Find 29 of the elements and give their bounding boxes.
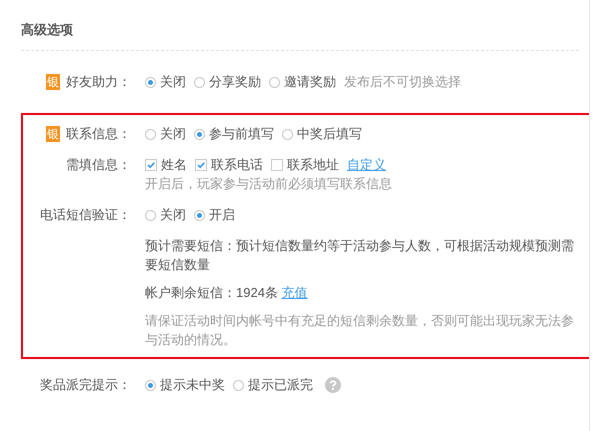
radio-option[interactable]: 关闭 (145, 206, 186, 224)
radio-option[interactable]: 提示已派完 (233, 376, 313, 394)
field-label: 奖品派完提示： (40, 376, 131, 394)
tag-badge: 银 (46, 74, 60, 90)
radio-option[interactable]: 关闭 (145, 125, 186, 143)
radio-option[interactable]: 关闭 (145, 73, 186, 91)
hint-text: 开启后，玩家参与活动前必须填写联系信息 (145, 175, 393, 193)
radio-option[interactable]: 参与前填写 (194, 125, 274, 143)
field-label: 好友助力： (66, 73, 131, 91)
radio-option[interactable]: 中奖后填写 (282, 125, 362, 143)
radio-option[interactable]: 邀请奖励 (269, 73, 336, 91)
tag-badge: 银 (46, 126, 60, 142)
radio-option[interactable]: 分享奖励 (194, 73, 261, 91)
field-label: 需填信息： (66, 156, 131, 174)
checkbox-option[interactable]: 联系地址 (271, 156, 339, 174)
radio-option[interactable]: 开启 (194, 206, 235, 224)
field-label: 联系信息： (66, 125, 131, 143)
warning-text: 请保证活动时间内帐号中有充足的短信剩余数量，否则可能出现玩家无法参与活动的情况。 (145, 312, 575, 349)
section-title: 高级选项 (21, 21, 74, 39)
checkmark-icon (196, 160, 206, 170)
detail-text: 预计需要短信：预计短信数量约等于活动参与人数，可根据活动规模预测需要短信数量 (145, 238, 574, 272)
radio-option[interactable]: 提示未中奖 (145, 376, 225, 394)
detail-text: 帐户剩余短信：1924条 (145, 285, 278, 300)
checkbox-option[interactable]: 联系电话 (195, 156, 263, 174)
field-label: 电话短信验证： (40, 206, 131, 224)
checkbox-option[interactable]: 姓名 (145, 156, 187, 174)
help-icon[interactable] (325, 377, 341, 393)
checkmark-icon (146, 160, 156, 170)
note-text: 发布后不可切换选择 (344, 73, 461, 91)
